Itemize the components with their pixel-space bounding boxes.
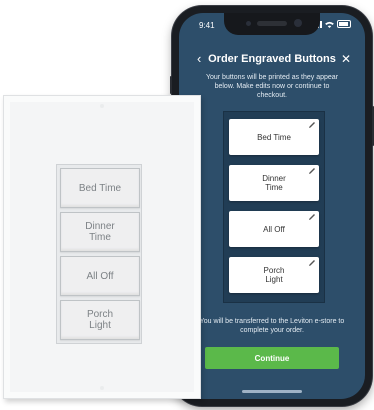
phone-mute-switch	[170, 76, 172, 94]
wall-switch-button: All Off	[60, 256, 140, 296]
close-icon[interactable]: ✕	[341, 51, 351, 67]
button-label: Porch Light	[263, 266, 285, 284]
status-time: 9:41	[199, 21, 215, 30]
phone-notch	[224, 13, 320, 35]
page-title: Order Engraved Buttons	[208, 53, 336, 65]
battery-icon	[337, 20, 351, 28]
engraved-label: All Off	[86, 270, 114, 282]
phone-screen: 9:41 ‹ Order Engraved Buttons ✕ Your but…	[179, 13, 365, 399]
engraved-label: Porch Light	[86, 309, 114, 331]
edit-pencil-icon[interactable]	[308, 213, 316, 221]
engraved-label: Dinner Time	[85, 221, 115, 243]
wall-plate: Bed Time Dinner Time All Off Porch Light	[3, 95, 201, 399]
plate-screw	[100, 104, 104, 108]
wall-switch-button: Porch Light	[60, 300, 140, 340]
engraved-button-preview[interactable]: Porch Light	[229, 257, 319, 293]
edit-pencil-icon[interactable]	[308, 167, 316, 175]
wifi-icon	[325, 21, 334, 28]
edit-pencil-icon[interactable]	[308, 259, 316, 267]
earpiece-speaker	[257, 21, 287, 26]
home-indicator	[242, 390, 302, 393]
continue-button[interactable]: Continue	[205, 347, 339, 369]
nav-bar: ‹ Order Engraved Buttons ✕	[179, 51, 365, 67]
button-preview-panel: Bed Time Dinner Time All Off Porch Light	[223, 111, 325, 303]
button-label: Bed Time	[257, 132, 291, 142]
smartphone: 9:41 ‹ Order Engraved Buttons ✕ Your but…	[170, 6, 374, 406]
switch-button-frame: Bed Time Dinner Time All Off Porch Light	[56, 164, 142, 344]
wall-switch-button: Dinner Time	[60, 212, 140, 252]
engraved-label: Bed Time	[78, 182, 122, 194]
plate-screw	[100, 386, 104, 390]
button-label: All Off	[263, 224, 285, 234]
wall-switch-button: Bed Time	[60, 168, 140, 208]
engraved-button-preview[interactable]: Bed Time	[229, 119, 319, 155]
engraved-button-preview[interactable]: Dinner Time	[229, 165, 319, 201]
front-camera	[294, 19, 302, 27]
transfer-note: You will be transferred to the Leviton e…	[199, 318, 345, 334]
instructions-text: Your buttons will be printed as they app…	[205, 74, 339, 99]
engraved-button-preview[interactable]: All Off	[229, 211, 319, 247]
sensor-dot	[246, 21, 251, 26]
edit-pencil-icon[interactable]	[308, 121, 316, 129]
button-label: Dinner Time	[262, 174, 286, 192]
